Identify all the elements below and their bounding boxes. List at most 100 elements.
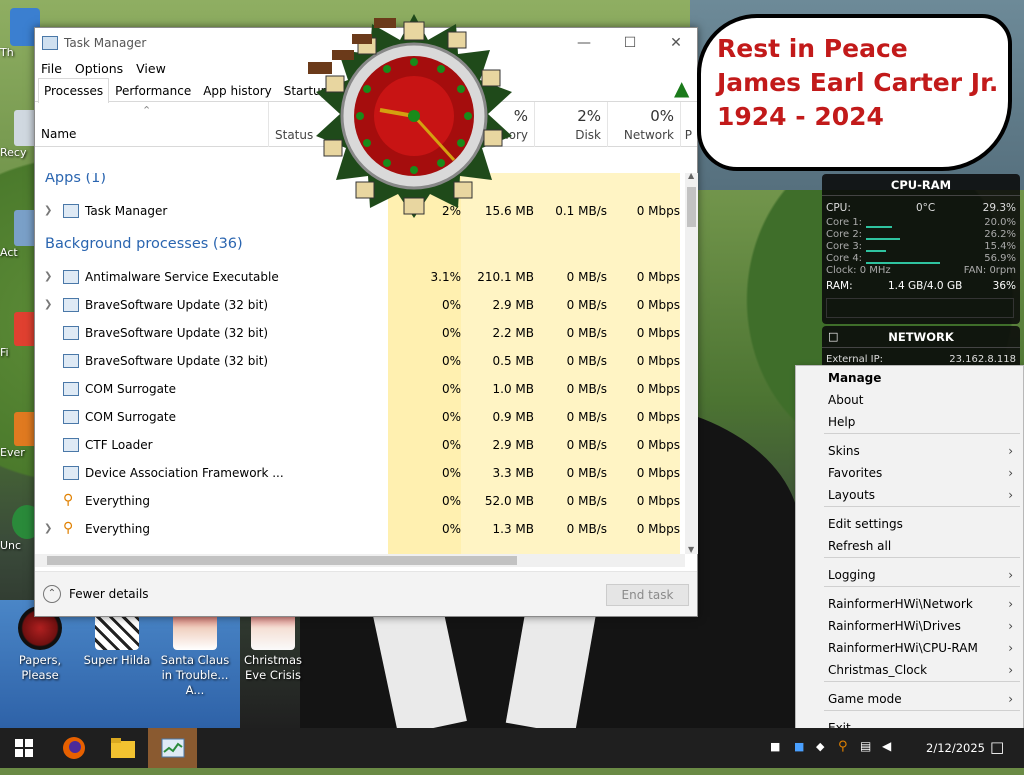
menu-item-christmas-clock[interactable]: Christmas_Clock ›: [796, 659, 1023, 681]
desktop-icon-edge-3[interactable]: Act: [0, 210, 40, 268]
process-row[interactable]: COM Surrogate 0% 1.0 MB 0 MB/s 0 Mbps: [35, 375, 686, 403]
bubble-line-3: 1924 - 2024: [717, 102, 884, 131]
core-value: 20.0%: [984, 217, 1016, 228]
ram-graph: [826, 298, 1014, 318]
column-network[interactable]: 0% Network: [607, 102, 680, 147]
process-cpu: 0%: [441, 354, 461, 368]
menu-options[interactable]: Options: [75, 61, 123, 76]
search-tray-icon[interactable]: ⚲: [838, 739, 848, 754]
column-name[interactable]: Name: [41, 127, 76, 141]
menu-item-logging[interactable]: Logging ›: [796, 564, 1023, 586]
menu-item-skins[interactable]: Skins ›: [796, 440, 1023, 462]
drive-tray-icon[interactable]: ■: [794, 740, 804, 753]
cpu-ram-widget[interactable]: CPU-RAM CPU: 0°C 29.3% Core 1: 20.0% Core …: [822, 174, 1020, 324]
process-row[interactable]: BraveSoftware Update (32 bit) 0% 0.5 MB 0 M…: [35, 347, 686, 375]
process-row[interactable]: ❯ BraveSoftware Update (32 bit) 0% 2.9 MB 0 …: [35, 291, 686, 319]
taskbar-task-manager[interactable]: [148, 728, 197, 768]
network-widget[interactable]: □ NETWORK External IP: 23.162.8.118: [822, 326, 1020, 370]
scroll-thumb[interactable]: [687, 187, 696, 227]
column-power[interactable]: P: [680, 102, 696, 147]
notification-icon[interactable]: □: [990, 738, 1004, 756]
process-name: BraveSoftware Update (32 bit): [85, 298, 269, 312]
taskbar-file-explorer[interactable]: [99, 728, 147, 768]
core-bar: [866, 238, 901, 240]
menu-item-help[interactable]: Help: [796, 411, 1023, 433]
antivirus-tray-icon[interactable]: ◆: [816, 740, 824, 753]
menu-item-manage[interactable]: Manage: [796, 367, 1023, 389]
process-memory: 1.3 MB: [492, 522, 534, 536]
expand-chevron-icon[interactable]: ❯: [44, 515, 52, 543]
rainmeter-tray-icon[interactable]: ■: [770, 740, 780, 753]
menu-item-edit-settings[interactable]: Edit settings: [796, 513, 1023, 535]
menu-item-favorites[interactable]: Favorites ›: [796, 462, 1023, 484]
expand-chevron-icon[interactable]: ❯: [44, 263, 52, 291]
scroll-down-icon[interactable]: ▼: [688, 545, 694, 554]
desktop-icon-recycle[interactable]: Recy: [0, 110, 40, 168]
start-button[interactable]: [0, 728, 48, 768]
menu-item-label: RainformerHWi\Network: [828, 597, 973, 611]
expand-chevron-icon[interactable]: ❯: [44, 291, 52, 319]
core-value: 26.2%: [984, 229, 1016, 240]
process-network: 0 Mbps: [636, 298, 680, 312]
taskbar: ■ ■ ◆ ⚲ ▤ ◀ 2/12/2025 □: [0, 728, 1024, 768]
desktop-icon-edge-5[interactable]: Ever: [0, 412, 40, 470]
process-row[interactable]: ⚲ Everything 0% 52.0 MB 0 MB/s 0 Mbps: [35, 487, 686, 515]
process-row[interactable]: ❯ Antimalware Service Executable 3.1% 210.1…: [35, 263, 686, 291]
tab-processes[interactable]: Processes: [38, 78, 110, 103]
menu-item-rainformerhwi-network[interactable]: RainformerHWi\Network ›: [796, 593, 1023, 615]
desktop-icon-edge-4[interactable]: Fi: [0, 312, 40, 370]
close-button[interactable]: ✕: [653, 28, 699, 58]
menu-item-label: Refresh all: [828, 539, 892, 553]
process-network: 0 Mbps: [636, 354, 680, 368]
chevron-right-icon: ›: [1008, 568, 1013, 582]
tab-performance[interactable]: Performance: [109, 78, 197, 101]
menu-item-game-mode[interactable]: Game mode ›: [796, 688, 1023, 710]
process-row[interactable]: Device Association Framework ... 0% 3.3 MB…: [35, 459, 686, 487]
process-cpu: 0%: [441, 298, 461, 312]
expand-chevron-icon[interactable]: ❯: [44, 197, 52, 225]
process-row[interactable]: COM Surrogate 0% 0.9 MB 0 MB/s 0 Mbps: [35, 403, 686, 431]
scroll-up-icon[interactable]: ▲: [688, 171, 694, 180]
process-row[interactable]: BraveSoftware Update (32 bit) 0% 2.2 MB 0 M…: [35, 319, 686, 347]
hscroll-thumb[interactable]: [47, 556, 517, 565]
christmas-clock-widget[interactable]: [308, 10, 520, 222]
process-memory: 2.2 MB: [492, 326, 534, 340]
process-row[interactable]: ❯ ⚲ Everything 0% 1.3 MB 0 MB/s 0 Mbps: [35, 515, 686, 543]
fan-value: FAN: 0rpm: [963, 265, 1016, 276]
menu-item-rainformerhwi-cpu-ram[interactable]: RainformerHWi\CPU-RAM ›: [796, 637, 1023, 659]
vertical-scrollbar[interactable]: ▲ ▼: [685, 171, 698, 554]
menu-item-about[interactable]: About: [796, 389, 1023, 411]
desktop-icon-edge-6[interactable]: Unc: [0, 505, 42, 563]
ram-label: RAM:: [826, 280, 853, 292]
menu-item-label: Edit settings: [828, 517, 903, 531]
process-memory: 0.9 MB: [492, 410, 534, 424]
menu-item-layouts[interactable]: Layouts ›: [796, 484, 1023, 506]
desktop-icon-label: Unc: [0, 539, 22, 552]
horizontal-scrollbar[interactable]: [35, 554, 685, 567]
clock-date[interactable]: 2/12/2025: [926, 741, 985, 755]
menu-file[interactable]: File: [41, 61, 62, 76]
menu-view[interactable]: View: [136, 61, 166, 76]
desktop-icon-edge-1[interactable]: Th: [0, 8, 40, 66]
desktop-icon-papers-please[interactable]: Papers, Please: [0, 606, 80, 683]
minimize-button[interactable]: —: [561, 28, 607, 58]
desktop-icon-santa-claus[interactable]: Santa Claus in Trouble... A...: [155, 606, 235, 698]
maximize-button[interactable]: ☐: [607, 28, 653, 58]
desktop-icon-christmas-eve[interactable]: Christmas Eve Crisis: [233, 606, 313, 683]
menu-item-rainformerhwi-drives[interactable]: RainformerHWi\Drives ›: [796, 615, 1023, 637]
end-task-button[interactable]: End task: [606, 584, 689, 606]
fewer-details-button[interactable]: ⌃ Fewer details: [43, 585, 149, 603]
update-icon: [63, 298, 79, 312]
column-disk[interactable]: 2% Disk: [534, 102, 607, 147]
tab-app-history[interactable]: App history: [197, 78, 278, 101]
search-icon: ⚲: [63, 520, 74, 536]
menu-separator: [824, 586, 1020, 587]
process-row[interactable]: CTF Loader 0% 2.9 MB 0 MB/s 0 Mbps: [35, 431, 686, 459]
task-manager-icon: [161, 738, 184, 758]
menu-item-refresh-all[interactable]: Refresh all: [796, 535, 1023, 557]
taskbar-firefox[interactable]: [50, 728, 98, 768]
process-network: 0 Mbps: [636, 410, 680, 424]
volume-tray-icon[interactable]: ◀: [882, 739, 891, 753]
network-tray-icon[interactable]: ▤: [860, 739, 871, 753]
desktop-icon-label: Papers, Please: [18, 653, 62, 682]
